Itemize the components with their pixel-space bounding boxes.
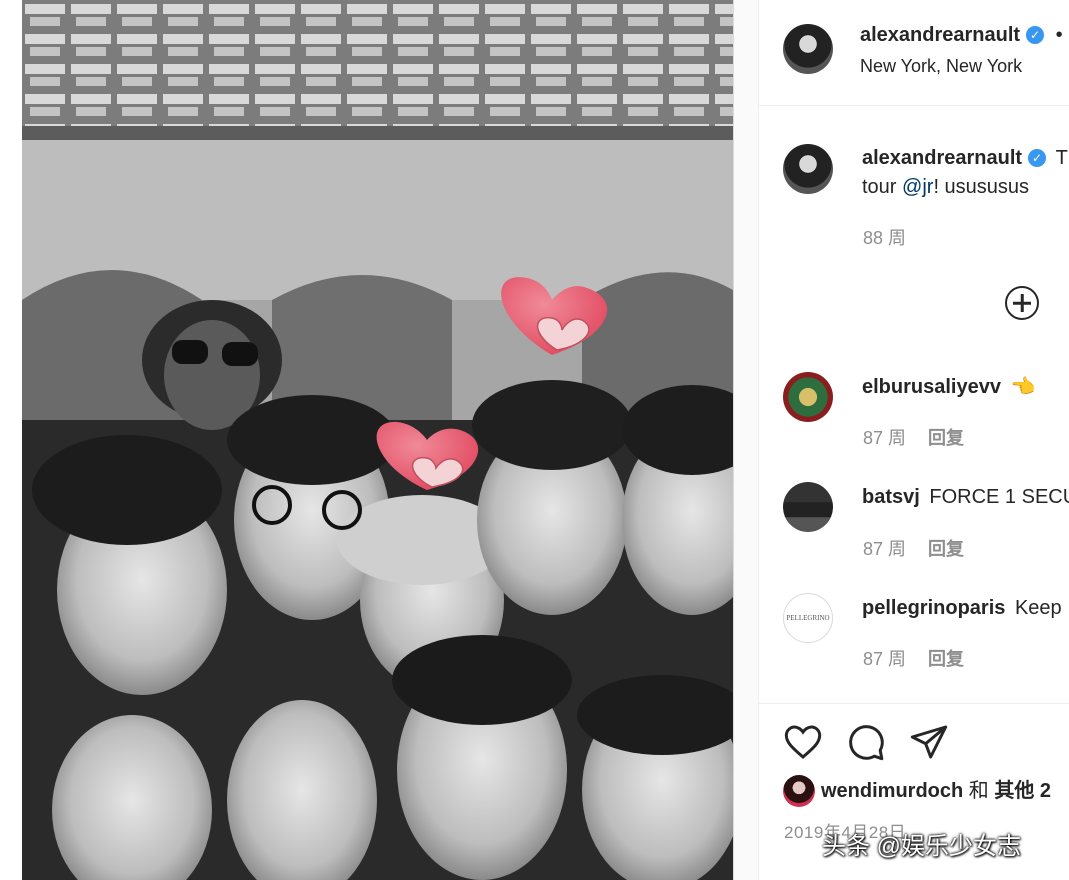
caption-age[interactable]: 88 周 bbox=[863, 224, 906, 250]
likes-summary: wendimurdoch 和 其他 2 bbox=[821, 776, 1051, 806]
comment-3: pellegrinoparis Keep bbox=[862, 593, 1062, 623]
post-side-panel: alexandrearnault ✓ • New York, New York a… bbox=[759, 0, 1069, 880]
comment-username[interactable]: batsvj bbox=[862, 486, 920, 508]
author-username[interactable]: alexandrearnault ✓ • bbox=[860, 24, 1063, 47]
caption-author[interactable]: alexandrearnault bbox=[862, 147, 1022, 169]
comment-meta: 87 周 回复 bbox=[863, 424, 964, 450]
heart-icon[interactable] bbox=[783, 722, 823, 762]
share-icon[interactable] bbox=[909, 722, 949, 762]
comment-text: 👈 bbox=[1010, 376, 1036, 398]
more-options-icon[interactable]: • bbox=[1056, 24, 1063, 46]
watermark-text: 头条 @娱乐少女志 bbox=[822, 833, 1022, 860]
mention-link[interactable]: @jr bbox=[902, 176, 933, 198]
header-divider bbox=[759, 105, 1069, 106]
commenter-avatar[interactable] bbox=[783, 372, 833, 422]
comment-age[interactable]: 87 周 bbox=[863, 649, 906, 669]
comment-meta: 87 周 回复 bbox=[863, 645, 964, 671]
likes-others-link[interactable]: 其他 2 bbox=[994, 780, 1051, 802]
reply-button[interactable]: 回复 bbox=[928, 428, 964, 448]
caption-prefix: tour bbox=[862, 176, 903, 198]
comment-1: elburusaliyevv 👈 bbox=[862, 372, 1035, 402]
verified-badge-icon: ✓ bbox=[1026, 26, 1045, 44]
comment-age[interactable]: 87 周 bbox=[863, 428, 906, 448]
post-photo[interactable] bbox=[22, 0, 733, 880]
caption-author-avatar[interactable] bbox=[783, 144, 833, 194]
page-gutter bbox=[0, 0, 22, 880]
actions-divider bbox=[759, 703, 1069, 704]
plus-circle-icon[interactable] bbox=[1005, 286, 1039, 320]
caption-line-2: tour @jr! usususus bbox=[862, 172, 1029, 202]
reply-button[interactable]: 回复 bbox=[928, 649, 964, 669]
comment-meta: 87 周 回复 bbox=[863, 535, 964, 561]
caption-text-start: T bbox=[1055, 147, 1068, 169]
comment-username[interactable]: pellegrinoparis bbox=[862, 597, 1005, 619]
commenter-avatar[interactable] bbox=[783, 482, 833, 532]
commenter-avatar[interactable]: PELLEGRINO bbox=[783, 593, 833, 643]
caption-suffix: ! usususus bbox=[933, 176, 1030, 198]
post-location[interactable]: New York, New York bbox=[860, 56, 1022, 77]
liker-avatar[interactable] bbox=[783, 775, 815, 807]
group-photo-image bbox=[22, 0, 733, 880]
likes-joiner: 和 bbox=[968, 780, 989, 802]
comment-icon[interactable] bbox=[846, 722, 886, 762]
author-avatar[interactable] bbox=[783, 24, 833, 74]
comment-text: FORCE 1 SECU bbox=[929, 486, 1069, 508]
comment-age[interactable]: 87 周 bbox=[863, 539, 906, 559]
reply-button[interactable]: 回复 bbox=[928, 539, 964, 559]
comment-2: batsvj FORCE 1 SECU bbox=[862, 482, 1069, 512]
panel-divider bbox=[733, 0, 759, 880]
comment-text: Keep bbox=[1014, 597, 1062, 619]
caption-line-1: alexandrearnault ✓ T bbox=[862, 143, 1068, 173]
liker-username[interactable]: wendimurdoch bbox=[821, 780, 963, 802]
comment-username[interactable]: elburusaliyevv bbox=[862, 376, 1001, 398]
verified-badge-icon: ✓ bbox=[1028, 149, 1047, 167]
